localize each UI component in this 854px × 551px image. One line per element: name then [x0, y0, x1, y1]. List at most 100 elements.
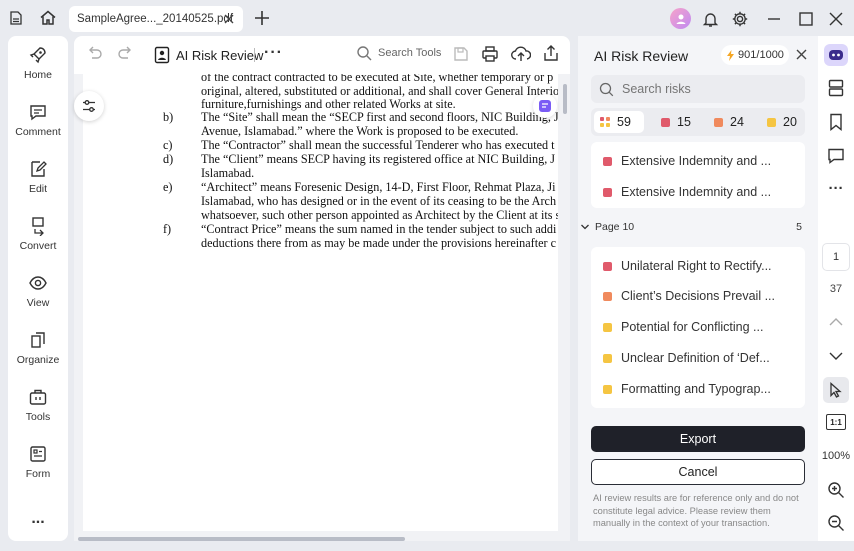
file-menu-icon[interactable]: [6, 9, 26, 27]
ai-assistant-icon[interactable]: [533, 94, 557, 118]
title-bar: SampleAgree..._20140525.pdf: [0, 0, 854, 36]
close-tab-icon[interactable]: [221, 11, 237, 27]
edit-icon: [31, 161, 47, 177]
cloud-upload-icon[interactable]: [511, 45, 531, 63]
risk-item[interactable]: Unclear Definition of ‘Def...: [603, 351, 770, 365]
risk-item[interactable]: Extensive Indemnity and ...: [603, 154, 771, 168]
minimize-icon[interactable]: [764, 9, 784, 29]
avatar[interactable]: [670, 8, 691, 29]
high-severity-marker: [661, 117, 670, 127]
medium-severity-marker: [603, 291, 612, 301]
bell-icon[interactable]: [700, 9, 720, 29]
risk-item-label: Extensive Indemnity and ...: [621, 154, 772, 168]
comments-panel-icon[interactable]: [818, 147, 854, 165]
gear-icon[interactable]: [730, 9, 750, 29]
risk-search-box: [591, 75, 805, 103]
comment-icon: [30, 105, 46, 121]
ai-risk-review-tool[interactable]: AI Risk Review: [154, 44, 263, 66]
low-severity-marker: [767, 117, 776, 127]
page-up-icon[interactable]: [818, 315, 854, 329]
convert-icon: [32, 217, 44, 236]
risk-group-card: Unilateral Right to Rectify... Client’s …: [591, 247, 805, 408]
doc-text-line: Avenue, Islamabad.” where the Work is pr…: [201, 124, 519, 138]
page-group-label: Page 10: [595, 221, 635, 233]
maximize-icon[interactable]: [796, 9, 816, 29]
cancel-button[interactable]: Cancel: [591, 459, 805, 485]
sidebar-item-label: Organize: [16, 354, 60, 366]
search-tools-button[interactable]: Search Tools: [356, 45, 441, 61]
total-pages: 37: [829, 283, 843, 295]
doc-text-line: Islamabad.: [201, 166, 255, 180]
form-icon: [30, 446, 46, 462]
page-down-icon[interactable]: [818, 349, 854, 363]
bookmark-icon[interactable]: [818, 113, 854, 131]
doc-text-line: The “Contractor” shall mean the successf…: [201, 138, 555, 152]
search-tools-label: Search Tools: [378, 47, 442, 59]
share-icon[interactable]: [542, 44, 560, 62]
sidebar-item-comment[interactable]: Comment: [8, 102, 68, 154]
search-icon: [357, 46, 372, 61]
doc-text-line: “Contract Price” means the sum named in …: [201, 222, 557, 236]
sidebar-item-convert[interactable]: Convert: [8, 216, 68, 268]
ai-bot-icon[interactable]: [818, 44, 854, 66]
risk-item[interactable]: Extensive Indemnity and ...: [603, 185, 771, 199]
sidebar-item-label: View: [26, 297, 50, 309]
risk-item[interactable]: Potential for Conflicting ...: [603, 320, 763, 334]
page-group-header[interactable]: Page 10 5: [580, 221, 804, 233]
home-icon[interactable]: [38, 8, 58, 28]
sidebar-item-label: Comment: [15, 126, 61, 138]
doc-text-line: Islamabad, who has designed or in the ev…: [201, 194, 557, 208]
filter-settings-icon[interactable]: [74, 91, 104, 121]
print-icon[interactable]: [481, 45, 499, 63]
sidebar-item-tools[interactable]: Tools: [8, 387, 68, 439]
pdf-page: of the contract contracted to be execute…: [83, 74, 558, 531]
risk-item[interactable]: Client’s Decisions Prevail ...: [603, 289, 775, 303]
rocket-icon: [29, 47, 46, 64]
sidebar-item-home[interactable]: Home: [8, 45, 68, 97]
sidebar-item-view[interactable]: View: [8, 273, 68, 325]
doc-item-number: b): [163, 110, 174, 124]
sidebar-item-edit[interactable]: Edit: [8, 159, 68, 211]
doc-item-number: c): [163, 138, 173, 152]
zoom-out-icon[interactable]: [818, 514, 854, 532]
save-icon[interactable]: [452, 45, 470, 63]
doc-text-line: deductions there from as may be made und…: [201, 236, 557, 250]
page-number-box[interactable]: 1: [818, 243, 854, 271]
close-panel-icon[interactable]: [795, 48, 808, 61]
thumbnails-icon[interactable]: [818, 79, 854, 97]
filter-all-chip[interactable]: 59: [594, 111, 644, 133]
document-toolbar: AI Risk Review ··· Search Tools: [74, 36, 570, 74]
close-window-icon[interactable]: [826, 9, 846, 29]
fit-actual-size-button[interactable]: 1:1: [818, 414, 854, 430]
sidebar-item-organize[interactable]: Organize: [8, 330, 68, 382]
zoom-level[interactable]: 100%: [818, 450, 854, 462]
risk-item[interactable]: Unilateral Right to Rectify...: [603, 259, 772, 273]
toolbox-icon: [29, 389, 47, 405]
sidebar-item-label: Form: [25, 468, 51, 480]
page-group-count: 5: [796, 221, 802, 233]
ai-risk-review-label: AI Risk Review: [176, 47, 264, 63]
more-options-icon[interactable]: ···: [818, 180, 854, 197]
select-cursor-icon[interactable]: [818, 377, 854, 403]
doc-text-line: The “Client” means SECP having its regis…: [201, 152, 556, 166]
document-tab[interactable]: SampleAgree..._20140525.pdf: [69, 6, 243, 32]
panel-title: AI Risk Review: [594, 48, 689, 64]
zoom-in-icon[interactable]: [818, 481, 854, 499]
filter-high-chip[interactable]: 15: [655, 111, 697, 133]
more-options-icon[interactable]: ···: [264, 44, 283, 62]
vertical-scrollbar[interactable]: [563, 84, 567, 114]
horizontal-scrollbar[interactable]: [78, 537, 405, 541]
new-tab-plus-icon[interactable]: [252, 8, 272, 28]
export-button[interactable]: Export: [591, 426, 805, 452]
filter-low-chip[interactable]: 20: [761, 111, 803, 133]
doc-text-line: whatsoever, such other person appointed …: [201, 208, 558, 222]
doc-text-line: “Architect” means Foresenic Design, 14-D…: [201, 180, 556, 194]
risk-search-input[interactable]: [622, 82, 792, 96]
filter-medium-chip[interactable]: 24: [708, 111, 750, 133]
sidebar-more-icon[interactable]: ...: [8, 511, 68, 534]
sidebar-item-form[interactable]: Form: [8, 444, 68, 496]
risk-item-label: Formatting and Typograp...: [621, 382, 771, 396]
undo-icon[interactable]: [86, 45, 104, 63]
risk-item[interactable]: Formatting and Typograp...: [603, 382, 771, 396]
redo-icon[interactable]: [116, 45, 134, 63]
